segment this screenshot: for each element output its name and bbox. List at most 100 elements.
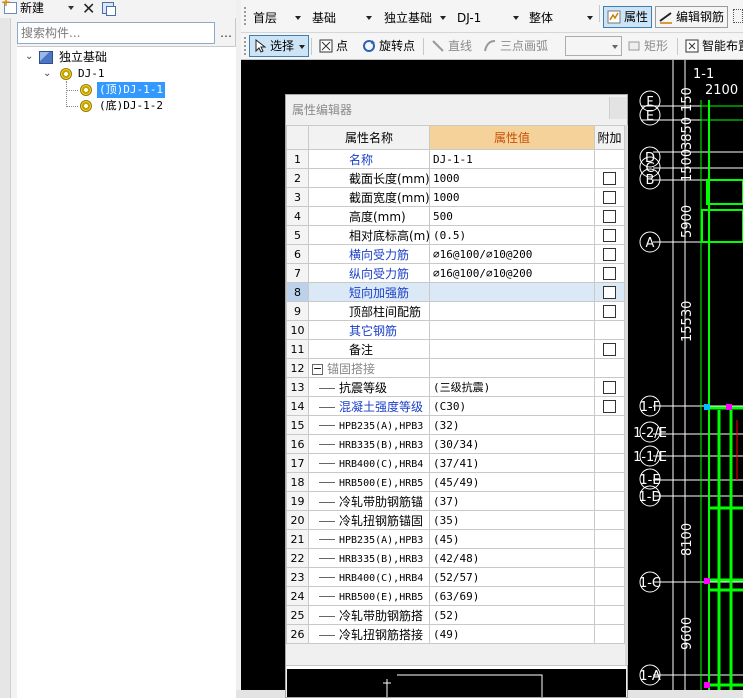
extra-cell[interactable]	[594, 187, 625, 207]
property-row[interactable]: 23 HRB400(C),HRB4 (52/57)	[286, 567, 625, 587]
extra-cell[interactable]	[594, 225, 625, 245]
property-row[interactable]: 9 顶部柱间配筋	[286, 301, 625, 321]
extra-cell[interactable]	[594, 339, 625, 359]
property-value-cell[interactable]: (45/49)	[429, 472, 595, 492]
extra-cell[interactable]	[594, 377, 625, 397]
property-value-cell[interactable]: (52/57)	[429, 567, 595, 587]
property-row[interactable]: 19 冷轧带肋钢筋锚 (37)	[286, 491, 625, 511]
extra-cell[interactable]	[594, 282, 625, 302]
toolbar-grip[interactable]	[244, 37, 247, 55]
property-value-cell[interactable]: 1000	[429, 168, 595, 188]
extra-checkbox[interactable]	[603, 286, 616, 299]
close-button[interactable]	[609, 97, 627, 119]
property-value-cell[interactable]	[429, 339, 595, 359]
extra-checkbox[interactable]	[603, 400, 616, 413]
property-row[interactable]: 16 HRB335(B),HRB3 (30/34)	[286, 434, 625, 454]
extra-checkbox[interactable]	[603, 267, 616, 280]
property-row[interactable]: 8 短向加强筋	[286, 282, 625, 302]
property-row[interactable]: 17 HRB400(C),HRB4 (37/41)	[286, 453, 625, 473]
extra-checkbox[interactable]	[603, 191, 616, 204]
extra-cell[interactable]	[594, 301, 625, 321]
extra-cell[interactable]	[594, 168, 625, 188]
property-row[interactable]: 1 名称 DJ-1-1	[286, 149, 625, 169]
property-value-cell[interactable]: (45)	[429, 529, 595, 549]
property-row[interactable]: 24 HRB500(E),HRB5 (63/69)	[286, 586, 625, 606]
rectangle-button[interactable]: 矩形	[623, 35, 672, 57]
property-row[interactable]: 21 HPB235(A),HPB3 (45)	[286, 529, 625, 549]
three-point-arc-button[interactable]: 三点画弧	[479, 35, 552, 57]
property-value-cell[interactable]: ⌀16@100/⌀10@200	[429, 244, 595, 264]
property-value-cell[interactable]: (三级抗震)	[429, 377, 595, 397]
property-row[interactable]: 7 纵向受力筋 ⌀16@100/⌀10@200	[286, 263, 625, 283]
property-row[interactable]: 11 备注	[286, 339, 625, 359]
select-dropdown-icon[interactable]	[299, 45, 306, 49]
property-value-cell[interactable]: 1000	[429, 187, 595, 207]
header-property-name[interactable]: 属性名称	[308, 125, 430, 150]
tree-root-label[interactable]: 独立基础	[59, 49, 107, 65]
point-button[interactable]: 点	[315, 35, 352, 57]
property-row[interactable]: 10 其它钢筋	[286, 320, 625, 340]
component-select[interactable]: DJ-1	[453, 7, 523, 27]
tree-child-label[interactable]: DJ-1	[78, 66, 105, 82]
smart-layout-button[interactable]: 智能布置	[681, 35, 743, 57]
arc-mode-select[interactable]	[565, 36, 622, 56]
property-row[interactable]: 14 混凝土强度等级 (C30)	[286, 396, 625, 416]
extra-checkbox[interactable]	[603, 381, 616, 394]
property-value-cell[interactable]: DJ-1-1	[429, 149, 595, 169]
property-value-cell[interactable]: (0.5)	[429, 225, 595, 245]
extra-cell[interactable]	[594, 206, 625, 226]
extra-checkbox[interactable]	[603, 210, 616, 223]
type-select[interactable]: 独立基础	[380, 7, 450, 27]
property-value-cell[interactable]	[429, 358, 595, 378]
extra-cell[interactable]	[594, 396, 625, 416]
property-row[interactable]: 12− 锚固搭接	[286, 358, 625, 378]
property-value-cell[interactable]	[429, 301, 595, 321]
property-row[interactable]: 6 横向受力筋 ⌀16@100/⌀10@200	[286, 244, 625, 264]
property-row[interactable]: 5 相对底标高(m) (0.5)	[286, 225, 625, 245]
extra-checkbox[interactable]	[603, 305, 616, 318]
property-row[interactable]: 2 截面长度(mm) 1000	[286, 168, 625, 188]
property-value-cell[interactable]: ⌀16@100/⌀10@200	[429, 263, 595, 283]
new-dropdown-arrow-icon[interactable]	[68, 6, 74, 10]
edit-rebar-button[interactable]: 编辑钢筋	[655, 6, 729, 28]
rotate-point-button[interactable]: 旋转点	[358, 35, 419, 57]
more-toolbar-icon[interactable]	[733, 9, 743, 23]
property-value-cell[interactable]: (32)	[429, 415, 595, 435]
panel-scrollbar[interactable]	[0, 0, 11, 698]
category-select[interactable]: 基础	[308, 7, 376, 27]
property-value-cell[interactable]: (35)	[429, 510, 595, 530]
property-row[interactable]: 4 高度(mm) 500	[286, 206, 625, 226]
property-value-cell[interactable]: (37/41)	[429, 453, 595, 473]
collapse-chevron-icon[interactable]: ⌄	[25, 49, 33, 65]
extra-checkbox[interactable]	[603, 343, 616, 356]
extra-checkbox[interactable]	[603, 172, 616, 185]
property-value-cell[interactable]: 500	[429, 206, 595, 226]
floor-select[interactable]: 首层	[249, 7, 305, 27]
select-button[interactable]: 选择	[249, 35, 310, 57]
tree-item-selected[interactable]: (顶)DJ-1-1	[97, 82, 165, 98]
property-button[interactable]: 属性	[603, 6, 653, 28]
property-value-cell[interactable]: (C30)	[429, 396, 595, 416]
property-row[interactable]: 15 HPB235(A),HPB3 (32)	[286, 415, 625, 435]
grid-scrollbar[interactable]	[625, 125, 628, 665]
search-scroll-icon[interactable]: …	[218, 24, 234, 42]
search-input[interactable]: 搜索构件...	[17, 22, 215, 44]
extra-cell[interactable]	[594, 244, 625, 264]
property-row[interactable]: 18 HRB500(E),HRB5 (45/49)	[286, 472, 625, 492]
property-value-cell[interactable]: (30/34)	[429, 434, 595, 454]
property-value-cell[interactable]: (63/69)	[429, 586, 595, 606]
extra-cell[interactable]	[594, 263, 625, 283]
scope-select[interactable]: 整体	[525, 7, 597, 27]
property-row[interactable]: 22 HRB335(B),HRB3 (42/48)	[286, 548, 625, 568]
new-button[interactable]: 新建	[20, 0, 44, 16]
property-row[interactable]: 25 冷轧带肋钢筋搭 (52)	[286, 605, 625, 625]
tree-item[interactable]: (底)DJ-1-2	[99, 98, 163, 114]
collapse-chevron-icon[interactable]: ⌄	[43, 66, 51, 82]
delete-icon[interactable]: ✕	[82, 0, 95, 18]
extra-checkbox[interactable]	[603, 248, 616, 261]
property-value-cell[interactable]	[429, 282, 595, 302]
property-row[interactable]: 13 抗震等级 (三级抗震)	[286, 377, 625, 397]
extra-checkbox[interactable]	[603, 229, 616, 242]
property-value-cell[interactable]: (37)	[429, 491, 595, 511]
line-button[interactable]: 直线	[427, 35, 476, 57]
